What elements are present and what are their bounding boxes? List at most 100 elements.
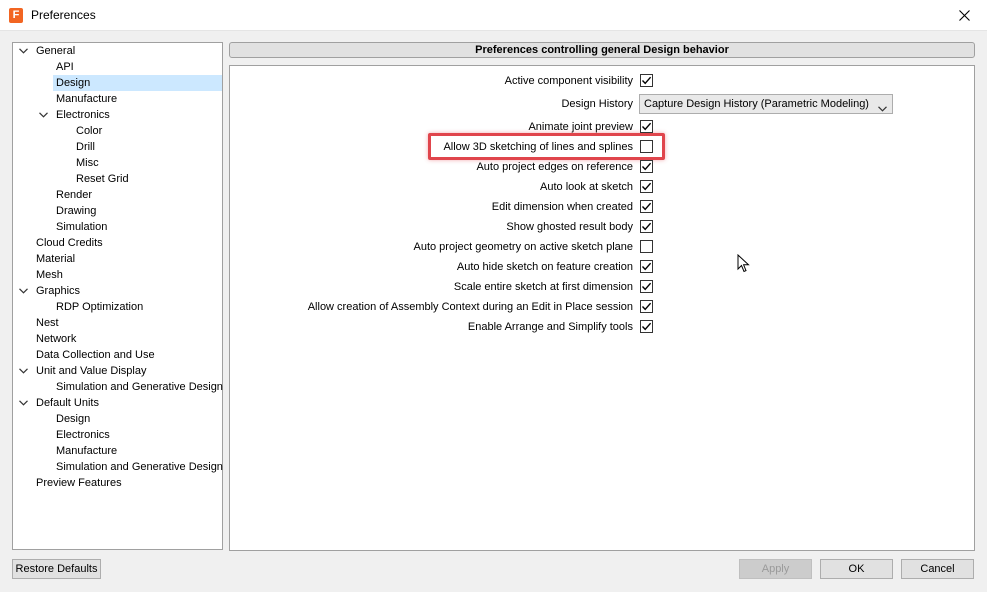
- check-icon: [641, 262, 652, 271]
- chevron-down-icon: [38, 112, 48, 118]
- tree-item[interactable]: Cloud Credits: [33, 235, 106, 251]
- option-label: Auto project edges on reference: [476, 161, 633, 173]
- option-label: Auto hide sketch on feature creation: [456, 261, 633, 273]
- tree-item[interactable]: Misc: [73, 155, 102, 171]
- tree-item[interactable]: Material: [33, 251, 78, 267]
- tree-item-label: Manufacture: [56, 93, 118, 105]
- restore-defaults-button[interactable]: Restore Defaults: [12, 559, 101, 579]
- check-icon: [641, 322, 652, 331]
- chevron-down-icon: [18, 400, 28, 406]
- chevron-down-icon: [878, 106, 887, 112]
- tree-item-label: Cloud Credits: [36, 237, 103, 249]
- tree-item[interactable]: Simulation: [53, 219, 110, 235]
- close-icon: [958, 10, 970, 21]
- tree-item[interactable]: Network: [33, 331, 79, 347]
- expand-toggle[interactable]: [18, 398, 28, 408]
- tree-item[interactable]: Default Units: [33, 395, 102, 411]
- title-bar: F Preferences: [0, 0, 987, 31]
- tree-item-label: Simulation: [56, 221, 108, 233]
- tree-item[interactable]: Manufacture: [53, 443, 120, 459]
- tree-item[interactable]: Color: [73, 123, 105, 139]
- check-icon: [641, 122, 652, 131]
- tree-item[interactable]: Unit and Value Display: [33, 363, 149, 379]
- check-icon: [641, 282, 652, 291]
- option-checkbox[interactable]: [640, 320, 653, 333]
- tree-item-label: Misc: [76, 157, 99, 169]
- option-checkbox[interactable]: [640, 180, 653, 193]
- app-logo-icon: F: [9, 8, 23, 23]
- check-icon: [641, 162, 652, 171]
- tree-item-label: Render: [56, 189, 93, 201]
- expand-toggle[interactable]: [18, 46, 28, 56]
- select-value: Capture Design History (Parametric Model…: [644, 98, 869, 110]
- panel-header: Preferences controlling general Design b…: [229, 42, 975, 58]
- option-label: Edit dimension when created: [491, 201, 633, 213]
- option-label: Auto look at sketch: [540, 181, 633, 193]
- tree-item-label: Default Units: [36, 397, 99, 409]
- tree-item-label: Electronics: [56, 109, 110, 121]
- tree-item[interactable]: API: [53, 59, 77, 75]
- apply-button[interactable]: Apply: [739, 559, 812, 579]
- option-checkbox[interactable]: [640, 220, 653, 233]
- tree-item-label: Reset Grid: [76, 173, 129, 185]
- check-icon: [641, 302, 652, 311]
- check-icon: [641, 182, 652, 191]
- tree-item[interactable]: Graphics: [33, 283, 83, 299]
- check-icon: [641, 202, 652, 211]
- tree-item-label: Electronics: [56, 429, 110, 441]
- option-checkbox[interactable]: [640, 260, 653, 273]
- tree-item[interactable]: Design: [53, 411, 93, 427]
- option-checkbox[interactable]: [640, 300, 653, 313]
- tree-item[interactable]: Electronics: [53, 427, 113, 443]
- option-label: Enable Arrange and Simplify tools: [467, 321, 633, 333]
- tree-item-label: Mesh: [36, 269, 63, 281]
- tree-item[interactable]: Mesh: [33, 267, 66, 283]
- design-history-select[interactable]: Capture Design History (Parametric Model…: [639, 94, 893, 114]
- tree-item-label: Unit and Value Display: [36, 365, 147, 377]
- tree-item-label: Preview Features: [36, 477, 122, 489]
- tree-item[interactable]: Simulation and Generative Design: [53, 459, 226, 475]
- option-label: Animate joint preview: [528, 121, 633, 133]
- tree-item[interactable]: Simulation and Generative Design: [53, 379, 226, 395]
- option-checkbox[interactable]: [640, 140, 653, 153]
- tree-item-label: Simulation and Generative Design: [56, 461, 223, 473]
- check-icon: [641, 76, 652, 85]
- tree-item-label: Nest: [36, 317, 59, 329]
- tree-item-label: Drill: [76, 141, 95, 153]
- tree-item-label: Simulation and Generative Design: [56, 381, 223, 393]
- tree-item[interactable]: Electronics: [53, 107, 113, 123]
- tree-item[interactable]: Drawing: [53, 203, 99, 219]
- tree-item[interactable]: Data Collection and Use: [33, 347, 158, 363]
- option-checkbox[interactable]: [640, 160, 653, 173]
- option-checkbox[interactable]: [640, 120, 653, 133]
- option-label: Allow creation of Assembly Context durin…: [307, 301, 633, 313]
- tree-item-label: RDP Optimization: [56, 301, 144, 313]
- close-button[interactable]: [941, 0, 987, 31]
- option-label: Scale entire sketch at first dimension: [453, 281, 633, 293]
- chevron-down-icon: [18, 288, 28, 294]
- tree-item-label: API: [56, 61, 74, 73]
- expand-toggle[interactable]: [18, 366, 28, 376]
- ok-button[interactable]: OK: [820, 559, 893, 579]
- tree-item-label: Color: [76, 125, 103, 137]
- tree-item[interactable]: Preview Features: [33, 475, 125, 491]
- option-checkbox[interactable]: [640, 280, 653, 293]
- tree-item[interactable]: Drill: [73, 139, 98, 155]
- option-checkbox[interactable]: [640, 74, 653, 87]
- tree-item[interactable]: Design: [53, 75, 222, 91]
- option-label: Active component visibility: [504, 75, 633, 87]
- expand-toggle[interactable]: [38, 110, 48, 120]
- tree-item-label: Manufacture: [56, 445, 118, 457]
- option-checkbox[interactable]: [640, 200, 653, 213]
- tree-item[interactable]: Reset Grid: [73, 171, 132, 187]
- tree-item[interactable]: Nest: [33, 315, 62, 331]
- preferences-tree[interactable]: General API Design Manufacture Electronics Co…: [12, 42, 223, 550]
- tree-item[interactable]: Render: [53, 187, 95, 203]
- option-checkbox[interactable]: [640, 240, 653, 253]
- cancel-button[interactable]: Cancel: [901, 559, 974, 579]
- option-label: Show ghosted result body: [506, 221, 633, 233]
- tree-item[interactable]: Manufacture: [53, 91, 120, 107]
- expand-toggle[interactable]: [18, 286, 28, 296]
- tree-item[interactable]: RDP Optimization: [53, 299, 146, 315]
- tree-item[interactable]: General: [33, 43, 78, 59]
